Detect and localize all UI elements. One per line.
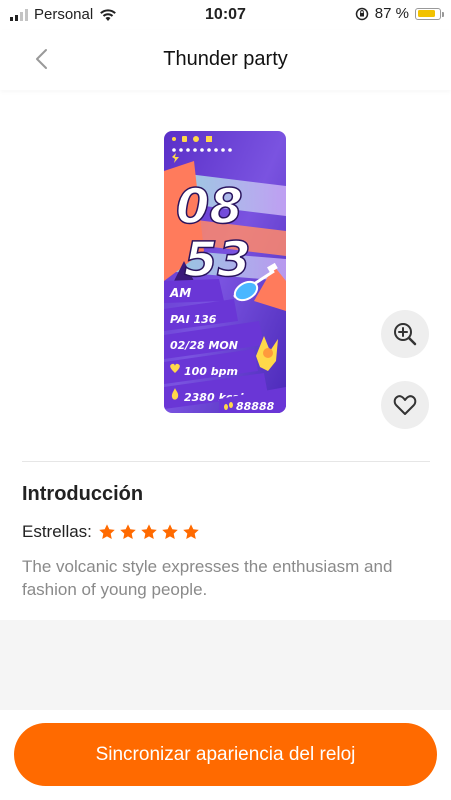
zoom-in-icon (394, 323, 417, 346)
watch-steps: 88888 (236, 400, 275, 413)
favorite-button[interactable] (381, 381, 429, 429)
battery-percent: 87 % (374, 5, 409, 22)
star-icon (120, 524, 136, 540)
battery-group: 87 % (355, 5, 444, 22)
watch-dots (172, 148, 232, 152)
page-title: Thunder party (163, 48, 288, 70)
heart-outline-icon (393, 395, 417, 415)
nav-header: Thunder party (0, 30, 451, 90)
star-icon (99, 524, 115, 540)
intro-heading: Introducción (22, 483, 144, 505)
watch-date: 02/28 MON (170, 339, 238, 352)
gray-spacer (0, 620, 451, 710)
watch-heart-rate: 100 bpm (184, 365, 238, 378)
watch-hour: 08 (176, 179, 243, 235)
intro-description: The volcanic style expresses the enthusi… (22, 557, 393, 599)
status-bar: Personal 10:07 87 % (0, 0, 451, 30)
stars-label: Estrellas: (22, 522, 92, 541)
star-icon (183, 524, 199, 540)
star-icon (141, 524, 157, 540)
orientation-lock-icon (355, 7, 369, 20)
zoom-button[interactable] (381, 310, 429, 358)
watchface-preview: 08 53 AM PAI 136 02/28 MON 100 bpm 2380 … (164, 131, 286, 413)
watch-ampm: AM (169, 286, 191, 300)
star-icon (162, 524, 178, 540)
star-rating (98, 523, 200, 541)
section-divider (22, 461, 430, 462)
sync-watchface-button[interactable]: Sincronizar apariencia del reloj (14, 723, 437, 786)
sync-button-label: Sincronizar apariencia del reloj (95, 743, 356, 765)
watch-pai: PAI 136 (170, 313, 217, 326)
battery-icon (415, 7, 444, 20)
rating-row: Estrellas: (22, 522, 200, 542)
